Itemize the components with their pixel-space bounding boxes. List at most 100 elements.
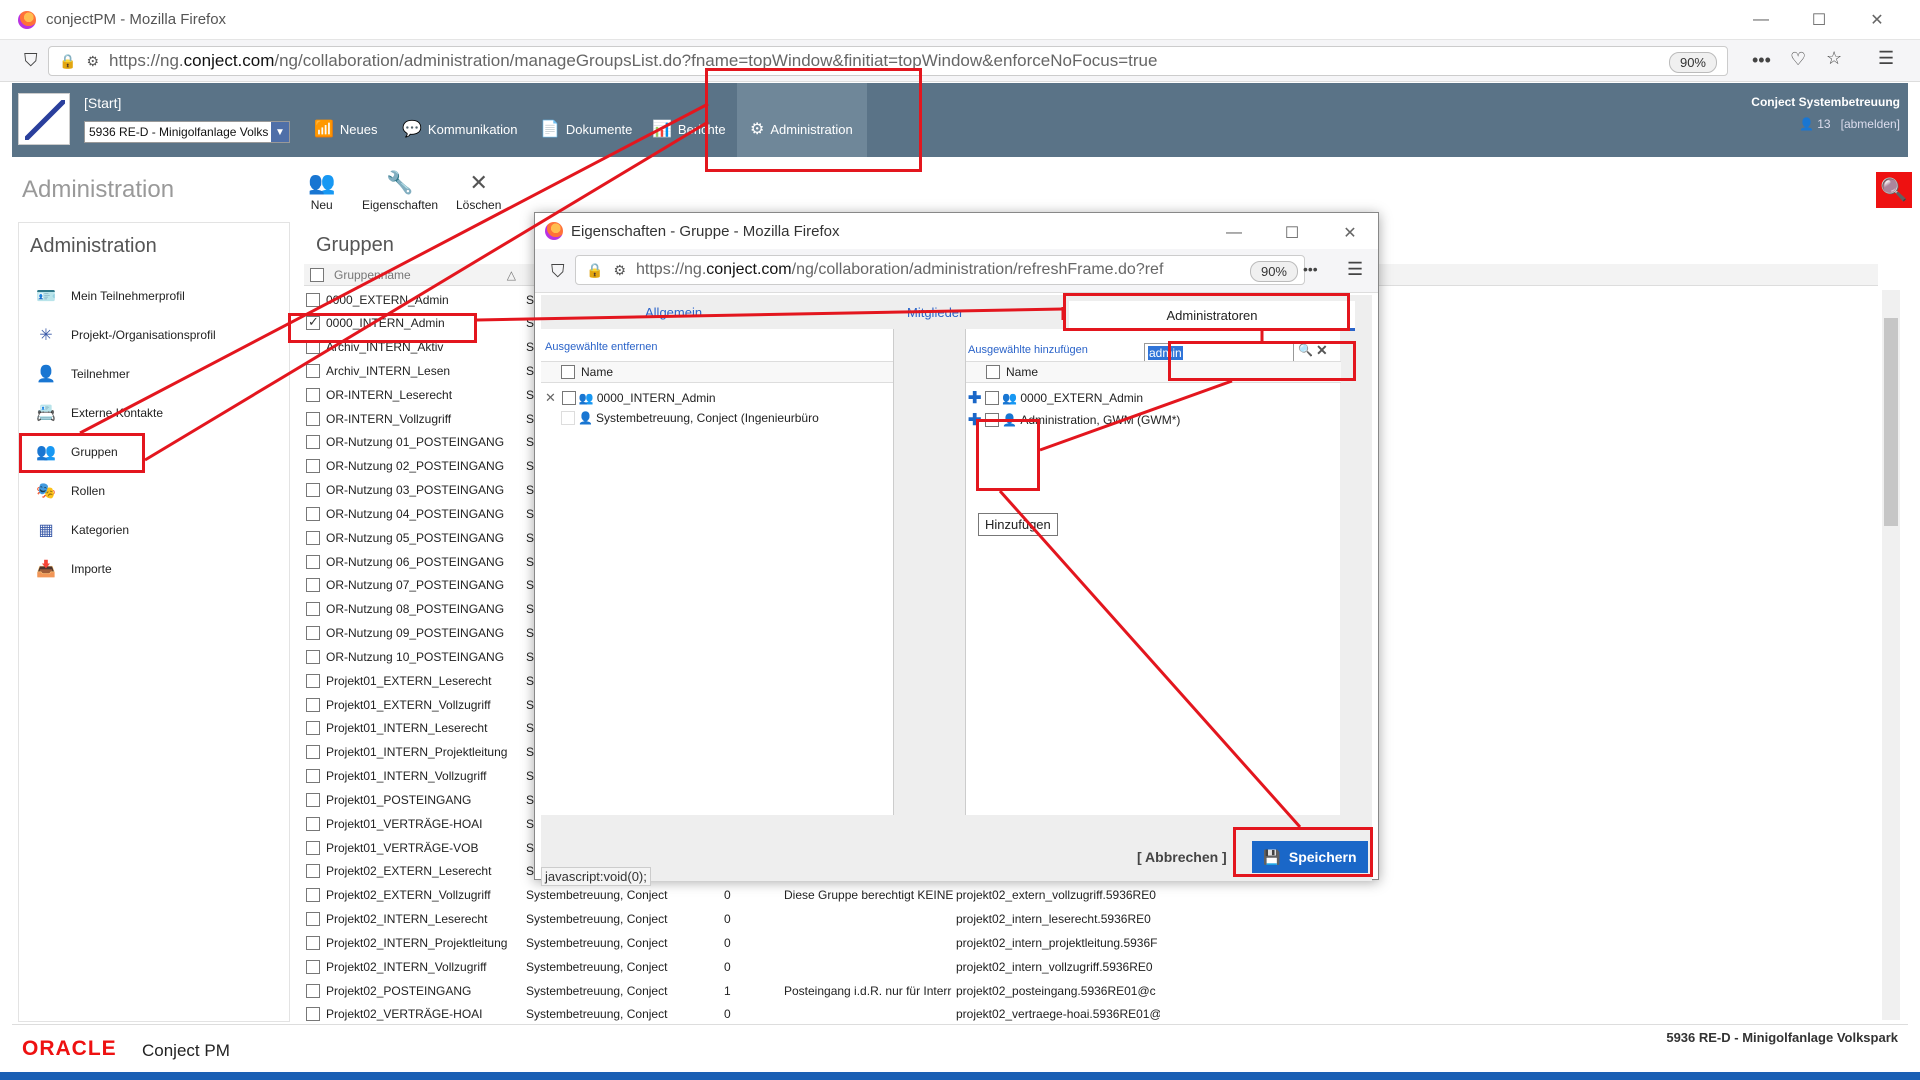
zoom-level[interactable]: 90%: [1668, 52, 1717, 73]
row-checkbox[interactable]: [306, 888, 320, 903]
start-link[interactable]: [Start]: [84, 95, 121, 111]
row-checkbox[interactable]: [306, 721, 320, 736]
row-checkbox[interactable]: [306, 554, 320, 569]
chevron-down-icon[interactable]: ▼: [271, 122, 289, 142]
search-input[interactable]: admin: [1144, 343, 1294, 363]
row-checkbox[interactable]: [306, 792, 320, 807]
row-checkbox[interactable]: [306, 363, 320, 378]
nav-dokumente[interactable]: 📄 Dokumente: [540, 119, 632, 139]
search-icon[interactable]: 🔍: [1876, 172, 1912, 208]
table-row[interactable]: Projekt02_INTERN_Vollzugriff Systembetreu…: [306, 955, 1306, 978]
sidebar-item-org-profile[interactable]: ✳ Projekt-/Organisationsprofil: [19, 315, 289, 354]
left-select-all-checkbox[interactable]: [561, 365, 575, 379]
select-all-checkbox[interactable]: [310, 267, 324, 282]
popup-maximize-button[interactable]: ☐: [1263, 213, 1321, 253]
permissions-icon[interactable]: ⚙: [613, 262, 626, 279]
sidebar-item-categories[interactable]: ▦ Kategorien: [19, 510, 289, 549]
vertical-scrollbar[interactable]: [1882, 290, 1900, 1020]
project-select[interactable]: 5936 RE-D - Minigolfanlage Volks ▼: [84, 121, 290, 143]
menu-icon[interactable]: ☰: [1878, 48, 1894, 69]
tab-allgemein[interactable]: Allgemein: [645, 305, 702, 320]
row-checkbox[interactable]: [306, 292, 320, 307]
row-checkbox[interactable]: [306, 602, 320, 617]
row-checkbox[interactable]: [306, 983, 320, 998]
menu-icon[interactable]: ☰: [1347, 259, 1363, 280]
close-window-button[interactable]: ✕: [1848, 0, 1906, 40]
bookmark-star-icon[interactable]: ☆: [1826, 48, 1842, 69]
add-plus-icon[interactable]: ✚: [968, 388, 981, 408]
more-actions-icon[interactable]: •••: [1752, 50, 1771, 71]
item-checkbox[interactable]: [561, 391, 576, 405]
row-checkbox[interactable]: [306, 340, 320, 355]
row-checkbox[interactable]: [306, 673, 320, 688]
permissions-icon[interactable]: ⚙: [86, 53, 99, 70]
table-row[interactable]: Projekt02_VERTRÄGE-HOAI Systembetreuung, …: [306, 1003, 1306, 1026]
item-checkbox[interactable]: [561, 411, 575, 425]
row-checkbox[interactable]: [306, 649, 320, 664]
right-select-all-checkbox[interactable]: [986, 365, 1000, 379]
cancel-button[interactable]: [ Abbrechen ]: [1137, 849, 1227, 865]
sort-asc-icon[interactable]: △: [507, 268, 516, 282]
logout-link[interactable]: [abmelden]: [1841, 117, 1900, 131]
sidebar-item-participants[interactable]: 👤 Teilnehmer: [19, 354, 289, 393]
minimize-button[interactable]: —: [1732, 0, 1790, 40]
remove-icon[interactable]: ✕: [545, 390, 556, 406]
properties-button[interactable]: 🔧 Eigenschaften: [362, 170, 438, 212]
nav-kommunikation[interactable]: 💬 Kommunikation: [402, 119, 518, 139]
row-checkbox[interactable]: [306, 912, 320, 927]
sidebar-item-profile[interactable]: 🪪 Mein Teilnehmerprofil: [19, 276, 289, 315]
clear-search-icon[interactable]: ✕: [1316, 342, 1328, 359]
row-checkbox[interactable]: [306, 840, 320, 855]
tab-administratoren[interactable]: Administratoren: [1069, 301, 1355, 331]
delete-button[interactable]: ✕ Löschen: [456, 170, 501, 212]
remove-selected-link[interactable]: Ausgewählte entfernen: [545, 341, 658, 353]
add-selected-link[interactable]: Ausgewählte hinzufügen: [968, 344, 1088, 356]
row-checkbox[interactable]: [306, 745, 320, 760]
tab-mitglieder[interactable]: Mitglieder: [907, 305, 963, 320]
table-row[interactable]: Projekt02_EXTERN_Vollzugriff Systembetreu…: [306, 884, 1306, 907]
table-row[interactable]: Projekt02_INTERN_Leserecht Systembetreuun…: [306, 908, 1306, 931]
popup-address-bar[interactable]: 🔒 ⚙ https://ng.conject.com/ng/collaborat…: [575, 255, 1305, 285]
row-checkbox[interactable]: [306, 314, 320, 331]
popup-zoom-level[interactable]: 90%: [1249, 261, 1298, 282]
row-checkbox[interactable]: [306, 578, 320, 593]
row-checkbox[interactable]: [306, 411, 320, 426]
sidebar-item-contacts[interactable]: 📇 Externe Kontakte: [19, 393, 289, 432]
row-checkbox[interactable]: [306, 816, 320, 831]
sidebar-item-imports[interactable]: 📥 Importe: [19, 549, 289, 588]
row-checkbox[interactable]: [306, 935, 320, 950]
more-actions-icon[interactable]: •••: [1303, 261, 1318, 277]
pocket-icon[interactable]: ♡: [1790, 49, 1806, 70]
row-checkbox[interactable]: [306, 626, 320, 641]
shield-icon[interactable]: ⛉: [551, 261, 565, 282]
table-row[interactable]: Projekt02_POSTEINGANG Systembetreuung, Co…: [306, 979, 1306, 1002]
item-checkbox[interactable]: [985, 413, 1000, 427]
address-bar[interactable]: 🔒 ⚙ https://ng.conject.com/ng/collaborat…: [48, 46, 1728, 76]
row-checkbox[interactable]: [306, 506, 320, 521]
nav-neues[interactable]: 📶 Neues: [314, 119, 378, 139]
row-checkbox[interactable]: [306, 483, 320, 498]
row-checkbox[interactable]: [306, 864, 320, 879]
row-checkbox[interactable]: [306, 697, 320, 712]
search-icon[interactable]: 🔍: [1298, 343, 1313, 357]
nav-berichte[interactable]: 📊 Berichte: [652, 119, 726, 139]
sidebar-item-roles[interactable]: 🎭 Rollen: [19, 471, 289, 510]
row-checkbox[interactable]: [306, 435, 320, 450]
add-plus-icon[interactable]: ✚: [968, 410, 981, 430]
save-button[interactable]: 💾 Speichern: [1252, 841, 1368, 873]
item-checkbox[interactable]: [985, 391, 1000, 405]
row-checkbox[interactable]: [306, 769, 320, 784]
maximize-button[interactable]: ☐: [1790, 0, 1848, 40]
row-checkbox[interactable]: [306, 1007, 320, 1022]
new-button[interactable]: 👥 Neu: [308, 170, 335, 212]
popup-minimize-button[interactable]: —: [1205, 213, 1263, 253]
sidebar-item-groups[interactable]: 👥 Gruppen: [19, 432, 289, 471]
table-row[interactable]: Projekt02_INTERN_Projektleitung Systembet…: [306, 931, 1306, 954]
row-checkbox[interactable]: [306, 387, 320, 402]
col-groupname[interactable]: Gruppenname: [334, 268, 411, 282]
popup-close-button[interactable]: ✕: [1321, 213, 1379, 253]
nav-administration[interactable]: ⚙ Administration: [750, 119, 853, 139]
row-checkbox[interactable]: [306, 530, 320, 545]
row-checkbox[interactable]: [306, 959, 320, 974]
shield-icon[interactable]: ⛉: [24, 50, 38, 71]
